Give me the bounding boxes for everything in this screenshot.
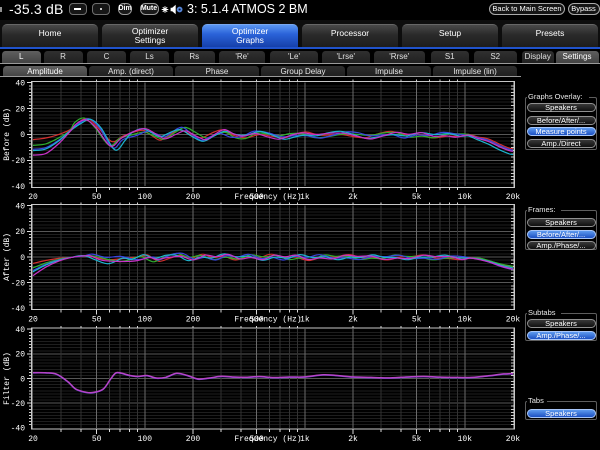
svg-text:-40: -40 [11, 305, 26, 314]
svg-text:0: 0 [20, 131, 25, 140]
svg-text:10k: 10k [458, 193, 473, 202]
svg-text:20: 20 [15, 351, 25, 360]
svg-text:20: 20 [15, 228, 25, 237]
svg-text:200: 200 [186, 315, 201, 324]
svg-text:0: 0 [20, 254, 25, 263]
svg-text:200: 200 [186, 193, 201, 202]
svg-text:20: 20 [28, 315, 38, 324]
svg-text:Before (dB): Before (dB) [3, 108, 12, 161]
svg-text:0: 0 [20, 375, 25, 384]
svg-text:5k: 5k [412, 435, 422, 444]
svg-text:10k: 10k [458, 315, 473, 324]
svg-text:20: 20 [15, 105, 25, 114]
svg-text:10k: 10k [458, 435, 473, 444]
svg-text:20k: 20k [506, 193, 521, 202]
svg-text:Filter (dB): Filter (dB) [3, 352, 12, 405]
svg-text:Frequency (Hz): Frequency (Hz) [234, 435, 301, 444]
svg-text:40: 40 [15, 202, 25, 211]
svg-text:100: 100 [138, 435, 153, 444]
svg-text:20k: 20k [506, 315, 521, 324]
svg-text:200: 200 [186, 435, 201, 444]
svg-text:Frequency (Hz): Frequency (Hz) [234, 315, 301, 324]
svg-text:-20: -20 [11, 157, 26, 166]
svg-text:2k: 2k [348, 435, 358, 444]
svg-text:-40: -40 [11, 425, 26, 434]
svg-text:40: 40 [15, 79, 25, 88]
svg-text:50: 50 [92, 435, 102, 444]
svg-text:After (dB): After (dB) [3, 233, 12, 281]
svg-text:20: 20 [28, 193, 38, 202]
svg-text:100: 100 [138, 315, 153, 324]
svg-text:100: 100 [138, 193, 153, 202]
svg-text:5k: 5k [412, 315, 422, 324]
svg-text:Frequency (Hz): Frequency (Hz) [234, 193, 301, 202]
svg-text:40: 40 [15, 326, 25, 335]
svg-text:20k: 20k [506, 435, 521, 444]
svg-text:2k: 2k [348, 193, 358, 202]
svg-text:20: 20 [28, 435, 38, 444]
svg-text:50: 50 [92, 193, 102, 202]
svg-text:5k: 5k [412, 193, 422, 202]
svg-text:2k: 2k [348, 315, 358, 324]
svg-text:-20: -20 [11, 280, 26, 289]
svg-text:50: 50 [92, 315, 102, 324]
svg-text:-20: -20 [11, 400, 26, 409]
svg-text:-40: -40 [11, 183, 26, 192]
